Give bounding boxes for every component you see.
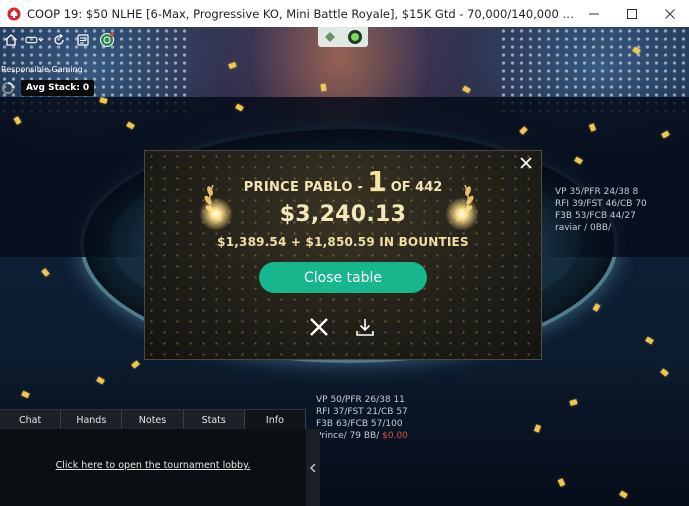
hud-player-name: raviar: [555, 223, 582, 233]
hud-line: Prince/ 79 BB/ $0.00: [316, 430, 408, 442]
home-icon[interactable]: [1, 31, 21, 49]
avg-stack-value: 0: [82, 83, 90, 93]
finish-position: 1: [367, 165, 387, 198]
lobby-icon[interactable]: [73, 31, 93, 49]
hud-line: VP 50/PFR 26/38 11: [316, 395, 405, 405]
finish-place-line: PRINCE PABLO - 1 OF 442: [145, 165, 541, 198]
tag-icon: [325, 32, 335, 42]
responsible-gaming-link[interactable]: Responsible Gaming: [1, 65, 83, 74]
prize-amount: $3,240.13: [279, 202, 407, 227]
x-share-icon[interactable]: [308, 316, 330, 338]
tab-stats[interactable]: Stats: [184, 410, 245, 430]
hud-line: VP 35/PFR 24/38 8: [555, 187, 639, 197]
hud-line: raviar / 0BB/: [555, 222, 647, 234]
pokerstars-spade-icon: [7, 7, 21, 20]
hud-line: F3B 53/FCB 44/27: [555, 211, 636, 221]
window-titlebar: COOP 19: $50 NLHE [6-Max, Progressive KO…: [0, 0, 689, 27]
info-panel-tabs: Chat Hands Notes Stats Info: [0, 409, 307, 430]
tab-hands[interactable]: Hands: [61, 410, 123, 430]
hud-stack: / 0BB/: [584, 223, 612, 233]
window-title: COOP 19: $50 NLHE [6-Max, Progressive KO…: [27, 6, 575, 21]
avg-stack-label: Avg Stack:: [26, 83, 80, 93]
hud-line: RFI 37/FST 21/CB 57: [316, 407, 408, 417]
tab-chat[interactable]: Chat: [0, 410, 62, 430]
bounty-breakdown: $1,389.54 + $1,850.59 IN BOUNTIES: [217, 235, 469, 249]
confetti: [320, 83, 327, 92]
field-size: OF 442: [390, 180, 443, 195]
timer-icon[interactable]: [97, 31, 117, 49]
chip-icon: [348, 30, 362, 44]
download-icon[interactable]: [354, 316, 376, 338]
avg-stack-badge: Avg Stack: 0: [21, 80, 95, 96]
tab-notes[interactable]: Notes: [122, 410, 184, 430]
hud-winnings: $0.00: [382, 431, 408, 441]
hud-seat-bottom: VP 50/PFR 26/38 11 RFI 37/FST 21/CB 57 F…: [316, 394, 408, 442]
hud-seat-right: VP 35/PFR 24/38 8 RFI 39/FST 46/CB 70 F3…: [555, 186, 647, 234]
tournament-lobby-link[interactable]: Click here to open the tournament lobby.: [0, 460, 306, 471]
hud-line: RFI 39/FST 46/CB 70: [555, 199, 647, 209]
tab-info[interactable]: Info: [244, 410, 307, 430]
close-table-button[interactable]: Close table: [259, 262, 427, 293]
hud-player-name: Prince: [316, 431, 344, 441]
chevron-left-icon[interactable]: [306, 429, 320, 506]
popup-close-icon[interactable]: [517, 154, 535, 172]
info-panel-content: Click here to open the tournament lobby.: [0, 429, 306, 506]
refresh-icon[interactable]: [49, 31, 69, 49]
hud-line: F3B 63/FCB 57/100: [316, 419, 403, 429]
table-chips-indicator: [318, 27, 368, 47]
close-icon[interactable]: [651, 0, 689, 27]
minimize-icon[interactable]: [575, 0, 613, 27]
maximize-icon[interactable]: [613, 0, 651, 27]
player-name: PRINCE PABLO -: [243, 180, 364, 195]
spinner-icon: [2, 82, 14, 94]
avg-stack-area: Avg Stack: 0: [1, 80, 95, 96]
hud-stack: / 79 BB/: [343, 431, 380, 441]
table-toolbar: [0, 30, 117, 50]
cards-menu-icon[interactable]: [25, 31, 45, 49]
tournament-result-popup: PRINCE PABLO - 1 OF 442 $3,240.13 $1,389…: [144, 150, 542, 360]
